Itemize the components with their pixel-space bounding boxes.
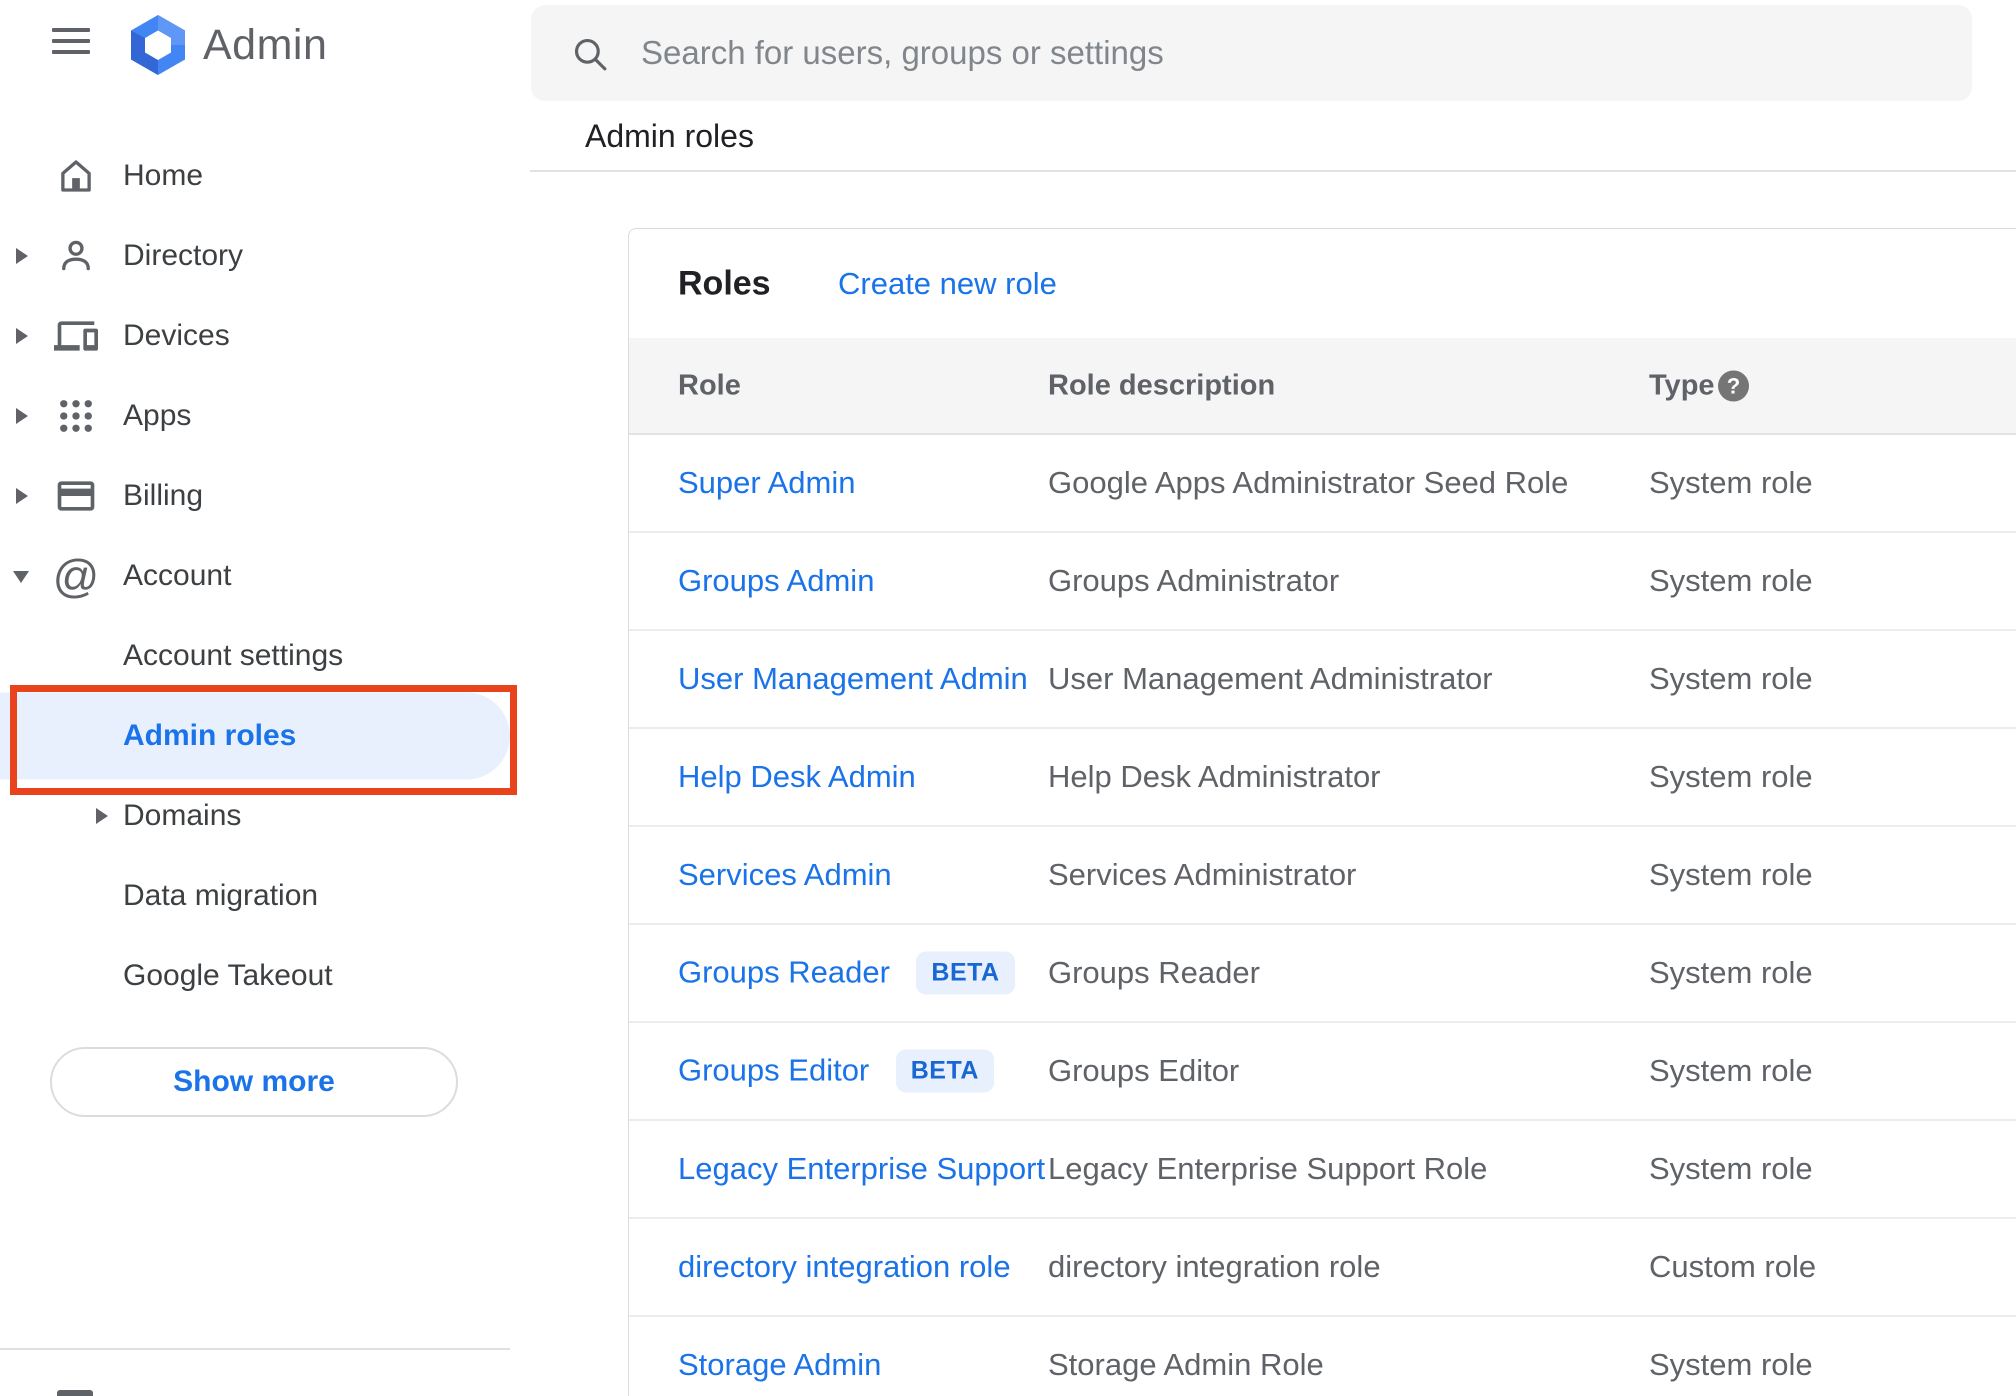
product-title: Admin <box>203 21 328 69</box>
roles-panel: Roles Create new role Role Role descript… <box>628 228 2016 1396</box>
role-link[interactable]: Groups Admin <box>678 563 874 598</box>
column-header-role-description: Role description <box>1048 369 1276 401</box>
role-link[interactable]: directory integration role <box>678 1249 1011 1284</box>
role-description-cell: User Management Administrator <box>1048 661 1493 696</box>
sidebar-item-label: Data migration <box>123 879 319 912</box>
table-row: Legacy Enterprise Support Legacy Enterpr… <box>629 1121 2016 1219</box>
table-row: Help Desk Admin Help Desk Administrator … <box>629 729 2016 827</box>
role-description-cell: Services Administrator <box>1048 857 1357 892</box>
beta-badge: BETA <box>895 1049 994 1093</box>
search-bar[interactable] <box>531 5 1972 101</box>
sidebar-item-home[interactable]: Home <box>0 136 516 216</box>
role-type-cell: System role <box>1649 563 1813 598</box>
sidebar-item-admin-roles[interactable]: Admin roles <box>0 696 516 776</box>
person-icon <box>54 234 98 278</box>
home-icon <box>54 154 98 198</box>
title-divider <box>530 170 2016 172</box>
beta-badge: BETA <box>916 951 1015 995</box>
sidebar-item-account-settings[interactable]: Account settings <box>0 616 516 696</box>
role-link[interactable]: Super Admin <box>678 465 856 500</box>
sidebar-item-label: Google Takeout <box>123 959 333 992</box>
devices-icon <box>54 314 98 358</box>
expand-arrow-icon[interactable] <box>96 808 108 824</box>
sidebar-bottom-divider <box>0 1348 510 1350</box>
role-link[interactable]: Legacy Enterprise Support <box>678 1151 1045 1186</box>
search-input[interactable] <box>641 5 1941 101</box>
hamburger-menu-icon[interactable] <box>52 28 90 55</box>
apps-grid-icon <box>54 394 98 438</box>
search-icon <box>574 38 607 71</box>
role-type-cell: System role <box>1649 955 1813 990</box>
sidebar-item-label: Home <box>123 159 204 192</box>
sidebar-item-label: Domains <box>123 799 242 832</box>
role-type-cell: System role <box>1649 465 1813 500</box>
sidebar-item-label: Account <box>123 559 232 592</box>
role-type-cell: System role <box>1649 1053 1813 1088</box>
sidebar-item-billing[interactable]: Billing <box>0 456 516 536</box>
type-help-icon[interactable]: ? <box>1718 370 1749 401</box>
column-header-type: Type <box>1649 369 1715 401</box>
role-description-cell: Google Apps Administrator Seed Role <box>1048 465 1569 500</box>
role-description-cell: Storage Admin Role <box>1048 1347 1324 1382</box>
expand-arrow-icon[interactable] <box>16 408 28 424</box>
sidebar-item-label: Directory <box>123 239 244 272</box>
column-header-role: Role <box>678 369 741 401</box>
table-row: Groups Editor BETA Groups Editor System … <box>629 1023 2016 1121</box>
breadcrumb: Admin roles <box>585 118 754 154</box>
role-link[interactable]: Services Admin <box>678 857 892 892</box>
sidebar-item-apps[interactable]: Apps <box>0 376 516 456</box>
table-row: User Management Admin User Management Ad… <box>629 631 2016 729</box>
role-link[interactable]: Groups Editor <box>678 1053 869 1088</box>
role-type-cell: Custom role <box>1649 1249 1817 1284</box>
role-description-cell: Help Desk Administrator <box>1048 759 1381 794</box>
sidebar-item-account[interactable]: @ Account <box>0 536 516 616</box>
role-type-cell: System role <box>1649 1347 1813 1382</box>
role-type-cell: System role <box>1649 661 1813 696</box>
table-row: Super Admin Google Apps Administrator Se… <box>629 435 2016 533</box>
role-description-cell: Legacy Enterprise Support Role <box>1048 1151 1488 1186</box>
sidebar-item-label: Billing <box>123 479 204 512</box>
admin-console-page: Admin Admin roles Home Directory Devices… <box>0 0 2016 1396</box>
role-description-cell: Groups Administrator <box>1048 563 1340 598</box>
clipped-bottom-icon <box>57 1390 93 1396</box>
sidebar-item-label: Devices <box>123 319 230 352</box>
at-sign-icon: @ <box>52 550 100 602</box>
role-link[interactable]: User Management Admin <box>678 661 1028 696</box>
sidebar-item-label: Admin roles <box>123 719 297 752</box>
role-type-cell: System role <box>1649 857 1813 892</box>
table-row: Storage Admin Storage Admin Role System … <box>629 1317 2016 1396</box>
table-body: Super Admin Google Apps Administrator Se… <box>629 435 2016 1396</box>
create-new-role-link[interactable]: Create new role <box>838 266 1057 302</box>
sidebar-item-google-takeout[interactable]: Google Takeout <box>0 936 516 1016</box>
role-link[interactable]: Groups Reader <box>678 955 890 990</box>
role-link[interactable]: Help Desk Admin <box>678 759 916 794</box>
sidebar-item-devices[interactable]: Devices <box>0 296 516 376</box>
table-row: directory integration role directory int… <box>629 1219 2016 1317</box>
sidebar-item-label: Apps <box>123 399 192 432</box>
role-link[interactable]: Storage Admin <box>678 1347 881 1382</box>
sidebar-item-label: Account settings <box>123 639 344 672</box>
role-type-cell: System role <box>1649 759 1813 794</box>
sidebar-item-domains[interactable]: Domains <box>0 776 516 856</box>
roles-panel-header: Roles Create new role <box>629 229 2016 338</box>
show-more-button[interactable]: Show more <box>50 1047 458 1117</box>
table-row: Groups Admin Groups Administrator System… <box>629 533 2016 631</box>
admin-logo-icon[interactable] <box>126 13 190 77</box>
credit-card-icon <box>54 474 98 518</box>
table-row: Services Admin Services Administrator Sy… <box>629 827 2016 925</box>
sidebar-item-data-migration[interactable]: Data migration <box>0 856 516 936</box>
expand-arrow-icon[interactable] <box>16 488 28 504</box>
expand-arrow-icon[interactable] <box>16 248 28 264</box>
sidebar-item-directory[interactable]: Directory <box>0 216 516 296</box>
table-row: Groups Reader BETA Groups Reader System … <box>629 925 2016 1023</box>
table-header-row: Role Role description Type ? <box>629 338 2016 435</box>
role-description-cell: Groups Editor <box>1048 1053 1240 1088</box>
role-type-cell: System role <box>1649 1151 1813 1186</box>
expand-arrow-icon[interactable] <box>13 571 29 583</box>
roles-title: Roles <box>678 264 771 302</box>
role-description-cell: directory integration role <box>1048 1249 1381 1284</box>
expand-arrow-icon[interactable] <box>16 328 28 344</box>
role-description-cell: Groups Reader <box>1048 955 1260 990</box>
